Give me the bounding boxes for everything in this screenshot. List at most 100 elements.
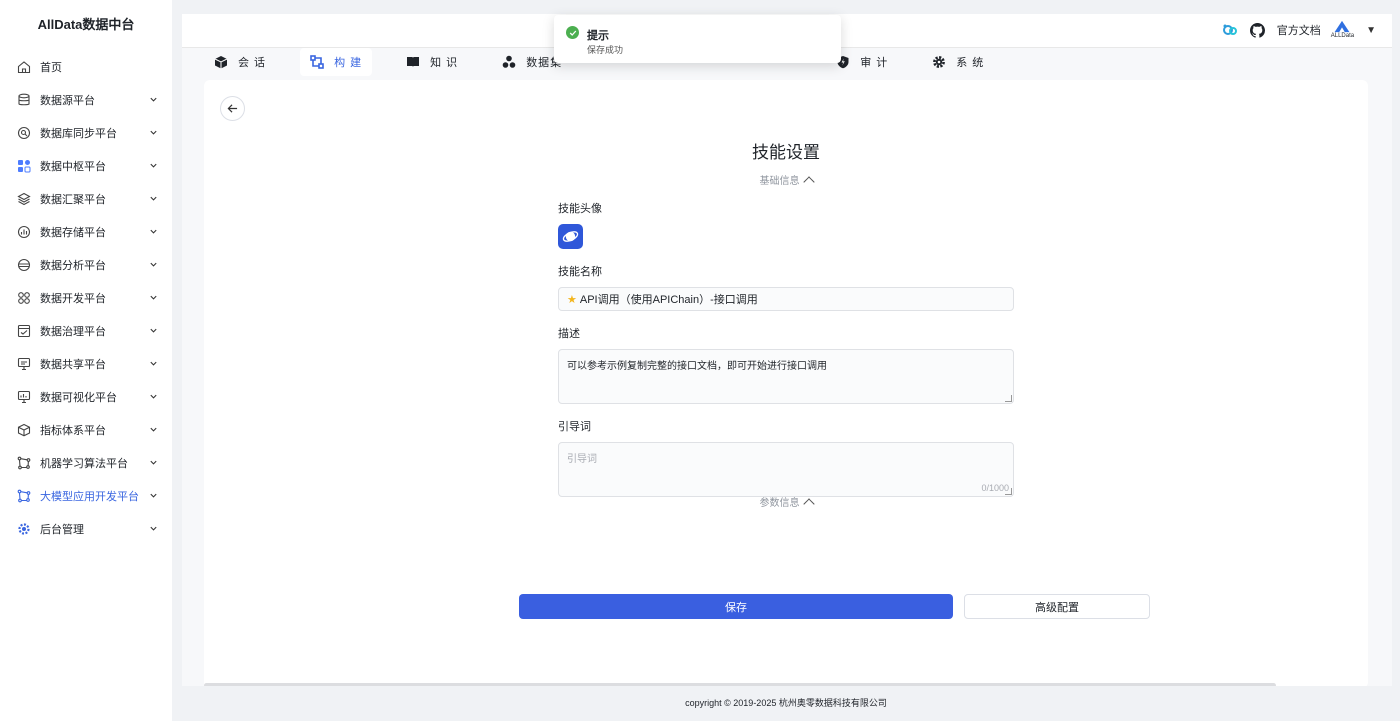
sidebar-item-14[interactable]: 后台管理 — [0, 512, 172, 545]
sidebar-item-0[interactable]: 首页 — [0, 50, 172, 83]
param-info-label: 参数信息 — [760, 498, 800, 509]
sidebar-item-label: 首页 — [40, 59, 172, 75]
tab-1[interactable]: 构 建 — [300, 48, 372, 76]
sidebar-item-3[interactable]: 数据中枢平台 — [0, 149, 172, 182]
sidebar-item-6[interactable]: 数据分析平台 — [0, 248, 172, 281]
chevron-down-icon — [149, 128, 159, 138]
name-label: 技能名称 — [558, 263, 1014, 279]
tab-label: 会 话 — [238, 54, 266, 70]
governance-icon — [17, 324, 31, 338]
chevron-down-icon — [149, 392, 159, 402]
visual-monitor-icon — [17, 390, 31, 404]
sidebar-item-label: 机器学习算法平台 — [40, 455, 149, 471]
chevron-down-icon — [149, 260, 159, 270]
build-icon — [310, 55, 324, 69]
sidebar-item-4[interactable]: 数据汇聚平台 — [0, 182, 172, 215]
sidebar-item-label: 大模型应用开发平台 — [40, 488, 149, 504]
docs-link[interactable]: 官方文档 — [1277, 22, 1321, 38]
main-area: 会 话构 建知 识数据集审 计系 统 技能设置 基础信息 技能头像 技能名称 ★… — [182, 48, 1392, 686]
llm-node-icon — [17, 489, 31, 503]
dev-grid-icon — [17, 291, 31, 305]
chevron-down-icon — [149, 95, 159, 105]
tab-label: 知 识 — [430, 54, 458, 70]
tab-label: 审 计 — [860, 54, 888, 70]
sidebar: AllData数据中台 首页数据源平台数据库同步平台数据中枢平台数据汇聚平台数据… — [0, 0, 172, 721]
toast-message: 保存成功 — [587, 43, 623, 56]
sidebar-item-label: 数据汇聚平台 — [40, 191, 149, 207]
apps-icon — [17, 159, 31, 173]
skill-name-input[interactable]: ★ API调用（使用APIChain）-接口调用 — [558, 287, 1014, 311]
tab-2[interactable]: 知 识 — [396, 48, 468, 76]
guide-textarea[interactable]: 引导词 0/1000 — [558, 442, 1014, 497]
github-icon[interactable] — [1249, 21, 1267, 39]
home-icon — [17, 60, 31, 74]
skill-settings-card: 技能设置 基础信息 技能头像 技能名称 ★ API调用（使用APIChain）-… — [204, 80, 1368, 688]
advanced-config-button[interactable]: 高级配置 — [964, 594, 1150, 619]
fullscreen-icon[interactable] — [1221, 21, 1239, 39]
description-value: 可以参考示例复制完整的接口文档，即可开始进行接口调用 — [567, 361, 827, 372]
sidebar-item-label: 数据治理平台 — [40, 323, 149, 339]
sidebar-item-label: 数据可视化平台 — [40, 389, 149, 405]
chevron-up-icon — [803, 176, 814, 187]
guide-placeholder: 引导词 — [567, 454, 597, 465]
chevron-up-icon — [803, 498, 814, 509]
user-logo-menu[interactable]: ALLData — [1331, 20, 1354, 40]
sidebar-item-label: 数据库同步平台 — [40, 125, 149, 141]
header-actions: 官方文档 ALLData ▼ — [1221, 20, 1376, 40]
chevron-down-icon — [149, 326, 159, 336]
basic-info-toggle[interactable]: 基础信息 — [204, 172, 1368, 187]
sidebar-item-11[interactable]: 指标体系平台 — [0, 413, 172, 446]
gear-icon — [17, 522, 31, 536]
alldata-logo-icon — [1332, 20, 1352, 33]
sidebar-item-label: 数据中枢平台 — [40, 158, 149, 174]
guide-label: 引导词 — [558, 418, 1014, 434]
gear-icon — [932, 55, 946, 69]
storage-chart-icon — [17, 225, 31, 239]
cube-icon — [17, 423, 31, 437]
ml-node-icon — [17, 456, 31, 470]
sidebar-menu: 首页数据源平台数据库同步平台数据中枢平台数据汇聚平台数据存储平台数据分析平台数据… — [0, 50, 172, 545]
sync-search-icon — [17, 126, 31, 140]
sidebar-item-13[interactable]: 大模型应用开发平台 — [0, 479, 172, 512]
sidebar-item-label: 指标体系平台 — [40, 422, 149, 438]
param-info-toggle[interactable]: 参数信息 — [204, 494, 1368, 509]
save-button[interactable]: 保存 — [519, 594, 953, 619]
book-icon — [406, 55, 420, 69]
tab-label: 系 统 — [956, 54, 984, 70]
chevron-down-icon — [149, 161, 159, 171]
basic-info-label: 基础信息 — [760, 176, 800, 187]
page-title: 技能设置 — [204, 138, 1368, 163]
back-button[interactable] — [220, 96, 245, 121]
chevron-down-icon — [149, 227, 159, 237]
sidebar-item-2[interactable]: 数据库同步平台 — [0, 116, 172, 149]
skill-avatar[interactable] — [558, 224, 583, 249]
cube-icon — [214, 55, 228, 69]
logo-text: ALLData — [1331, 33, 1354, 40]
sidebar-item-12[interactable]: 机器学习算法平台 — [0, 446, 172, 479]
caret-down-icon[interactable]: ▼ — [1366, 25, 1376, 36]
sidebar-item-label: 数据共享平台 — [40, 356, 149, 372]
database-icon — [17, 93, 31, 107]
desc-label: 描述 — [558, 325, 1014, 341]
sidebar-item-10[interactable]: 数据可视化平台 — [0, 380, 172, 413]
skill-name-value: API调用（使用APIChain）-接口调用 — [580, 291, 758, 307]
footer-copyright: copyright © 2019-2025 杭州奥零数据科技有限公司 — [172, 686, 1400, 721]
planet-icon — [562, 228, 579, 245]
sidebar-item-label: 数据存储平台 — [40, 224, 149, 240]
dataset-icon — [502, 55, 516, 69]
sidebar-item-5[interactable]: 数据存储平台 — [0, 215, 172, 248]
sidebar-item-label: 数据源平台 — [40, 92, 149, 108]
sidebar-item-1[interactable]: 数据源平台 — [0, 83, 172, 116]
tab-0[interactable]: 会 话 — [204, 48, 276, 76]
description-textarea[interactable]: 可以参考示例复制完整的接口文档，即可开始进行接口调用 — [558, 349, 1014, 404]
sidebar-item-9[interactable]: 数据共享平台 — [0, 347, 172, 380]
resize-handle-icon[interactable] — [1005, 395, 1012, 402]
chevron-down-icon — [149, 524, 159, 534]
success-toast: 提示 保存成功 — [554, 15, 841, 63]
toast-title: 提示 — [587, 27, 609, 43]
sidebar-item-8[interactable]: 数据治理平台 — [0, 314, 172, 347]
tab-5[interactable]: 系 统 — [922, 48, 994, 76]
chevron-down-icon — [149, 458, 159, 468]
chevron-down-icon — [149, 359, 159, 369]
sidebar-item-7[interactable]: 数据开发平台 — [0, 281, 172, 314]
